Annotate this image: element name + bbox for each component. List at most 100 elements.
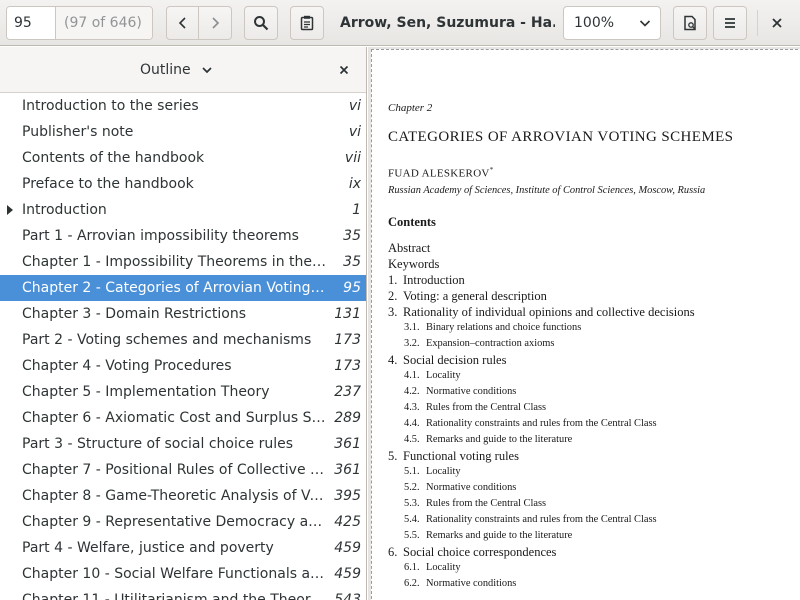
go-previous-icon	[178, 17, 186, 29]
toc-entry-text: Normative conditions	[426, 578, 517, 589]
outline-item[interactable]: Chapter 1 - Impossibility Theorems in th…	[0, 249, 366, 275]
page-number-input[interactable]	[7, 7, 56, 39]
outline-item[interactable]: Chapter 4 - Voting Procedures 173	[0, 353, 366, 379]
page-selector: (97 of 646)	[6, 6, 153, 40]
outline-item-label: Introduction to the series	[22, 98, 199, 114]
outline-item-page: 1	[352, 202, 361, 218]
toc-entry: 5. Functional voting rules	[388, 448, 788, 464]
outline-item-label: Chapter 1 - Impossibility Theorems in th…	[22, 254, 328, 270]
toc-entry: 6. Social choice correspondences	[388, 544, 788, 560]
zoom-level: 100%	[574, 15, 615, 31]
outline-item[interactable]: Chapter 11 - Utilitarianism and the Theo…	[0, 587, 366, 600]
toc-entry-text: Voting: a general description	[403, 289, 547, 303]
toc-entry-text: Rationality constraints and rules from t…	[426, 514, 657, 525]
toc-entry-number: 3.1.	[404, 322, 420, 333]
outline-item-label: Chapter 6 - Axiomatic Cost and Surplus S…	[22, 410, 328, 426]
outline-item[interactable]: Chapter 3 - Domain Restrictions 131	[0, 301, 366, 327]
outline-item-label: Part 1 - Arrovian impossibility theorems	[22, 228, 299, 244]
outline-item-label: Part 3 - Structure of social choice rule…	[22, 436, 294, 452]
outline-item[interactable]: Chapter 5 - Implementation Theory 237	[0, 379, 366, 405]
page-navigation	[166, 6, 232, 40]
toc-entry-number: 4.4.	[404, 418, 420, 429]
toc-entry: 5.2. Normative conditions	[388, 480, 788, 496]
toc-entry-text: Locality	[426, 370, 461, 381]
hamburger-menu-icon	[725, 18, 735, 28]
next-page-button[interactable]	[199, 6, 232, 40]
outline-item-label: Contents of the handbook	[22, 150, 205, 166]
outline-item-page: 289	[334, 410, 361, 426]
outline-item[interactable]: Chapter 6 - Axiomatic Cost and Surplus S…	[0, 405, 366, 431]
sidebar-mode-switcher[interactable]: Outline	[140, 47, 213, 93]
author-footnote-mark: *	[489, 166, 494, 174]
toc-entry-number: 4.1.	[404, 370, 420, 381]
document-icon	[684, 15, 696, 31]
author-name: FUAD ALESKEROV*	[388, 166, 494, 180]
main-menu-button[interactable]	[713, 6, 747, 40]
toc-entry-text: Functional voting rules	[403, 449, 519, 463]
outline-item-page: 131	[334, 306, 361, 322]
header-separator	[757, 10, 758, 36]
toc-entry: 4.4. Rationality constraints and rules fr…	[388, 416, 788, 432]
outline-item-page: 237	[334, 384, 361, 400]
toc-entry: 4.2. Normative conditions	[388, 384, 788, 400]
expander-arrow-icon[interactable]	[6, 205, 14, 215]
zoom-selector[interactable]: 100%	[563, 6, 661, 40]
outline-item[interactable]: Chapter 8 - Game-Theoretic Analysis of V…	[0, 483, 366, 509]
toc-entry-text: Remarks and guide to the literature	[426, 434, 573, 445]
document-properties-button[interactable]	[673, 6, 707, 40]
outline-item-page: 95	[343, 280, 361, 296]
toc-entry-text: Rules from the Central Class	[426, 402, 547, 413]
toc-entry: 6.2. Normative conditions	[388, 576, 788, 592]
toc-entry-text: Locality	[426, 466, 461, 477]
outline-item[interactable]: Part 4 - Welfare, justice and poverty 459	[0, 535, 366, 561]
document-view[interactable]: Chapter 2 CATEGORIES OF ARROVIAN VOTING …	[368, 47, 800, 600]
outline-item-page: 173	[334, 332, 361, 348]
toc-entry-number: 5.1.	[404, 466, 420, 477]
toc-entry-text: Normative conditions	[426, 386, 517, 397]
toc-entry-text: Abstract	[388, 241, 431, 255]
outline-item-label: Chapter 9 - Representative Democracy and…	[22, 514, 328, 530]
outline-item[interactable]: Part 3 - Structure of social choice rule…	[0, 431, 366, 457]
previous-page-button[interactable]	[166, 6, 199, 40]
toc-entry: 4.5. Remarks and guide to the literature	[388, 432, 788, 448]
toc-entry-number: 5.	[388, 449, 398, 463]
toc-entry-number: 4.5.	[404, 434, 420, 445]
outline-item[interactable]: Part 2 - Voting schemes and mechanisms 17…	[0, 327, 366, 353]
window-close-button[interactable]	[760, 6, 794, 40]
search-button[interactable]	[244, 6, 278, 40]
toc-entry: 3.1. Binary relations and choice function…	[388, 320, 788, 336]
sidebar-header: Outline	[0, 47, 366, 93]
toc-entry-number: 6.1.	[404, 562, 420, 573]
outline-item[interactable]: Part 1 - Arrovian impossibility theorems…	[0, 223, 366, 249]
outline-item[interactable]: Chapter 7 - Positional Rules of Collecti…	[0, 457, 366, 483]
outline-item[interactable]: Chapter 2 - Categories of Arrovian Votin…	[0, 275, 366, 301]
outline-item[interactable]: Preface to the handbook ix	[0, 171, 366, 197]
toc-entry-text: Introduction	[403, 273, 465, 287]
chapter-contents: Abstract Keywords 1. Introduction 2. Voting: …	[388, 240, 788, 592]
annotations-button[interactable]	[290, 6, 324, 40]
outline-item-label: Chapter 8 - Game-Theoretic Analysis of V…	[22, 488, 328, 504]
document-page: Chapter 2 CATEGORIES OF ARROVIAN VOTING …	[371, 49, 800, 600]
outline-item-label: Chapter 11 - Utilitarianism and the Theo…	[22, 592, 328, 600]
outline-item-label: Chapter 10 - Social Welfare Functionals …	[22, 566, 328, 582]
outline-item-label: Chapter 5 - Implementation Theory	[22, 384, 270, 400]
chapter-number: Chapter 2	[388, 102, 433, 114]
outline-item[interactable]: Introduction 1	[0, 197, 366, 223]
outline-item[interactable]: Chapter 9 - Representative Democracy and…	[0, 509, 366, 535]
sidebar-mode-label: Outline	[140, 62, 191, 78]
outline-item[interactable]: Publisher's note vi	[0, 119, 366, 145]
outline-item[interactable]: Introduction to the series vi	[0, 93, 366, 119]
outline-item[interactable]: Chapter 10 - Social Welfare Functionals …	[0, 561, 366, 587]
outline-item-label: Part 2 - Voting schemes and mechanisms	[22, 332, 312, 348]
sidebar-close-button[interactable]	[334, 60, 354, 80]
chapter-title: CATEGORIES OF ARROVIAN VOTING SCHEMES	[388, 129, 734, 145]
outline-item-page: 395	[334, 488, 361, 504]
go-next-icon	[212, 17, 220, 29]
toc-entry: 5.4. Rationality constraints and rules fr…	[388, 512, 788, 528]
toc-entry-text: Binary relations and choice functions	[426, 322, 582, 333]
toc-entry: Keywords	[388, 256, 788, 272]
outline-item-page: vi	[348, 98, 361, 114]
outline-item[interactable]: Contents of the handbook vii	[0, 145, 366, 171]
toc-entry-number: 6.	[388, 545, 398, 559]
toc-entry: 5.5. Remarks and guide to the literature	[388, 528, 788, 544]
